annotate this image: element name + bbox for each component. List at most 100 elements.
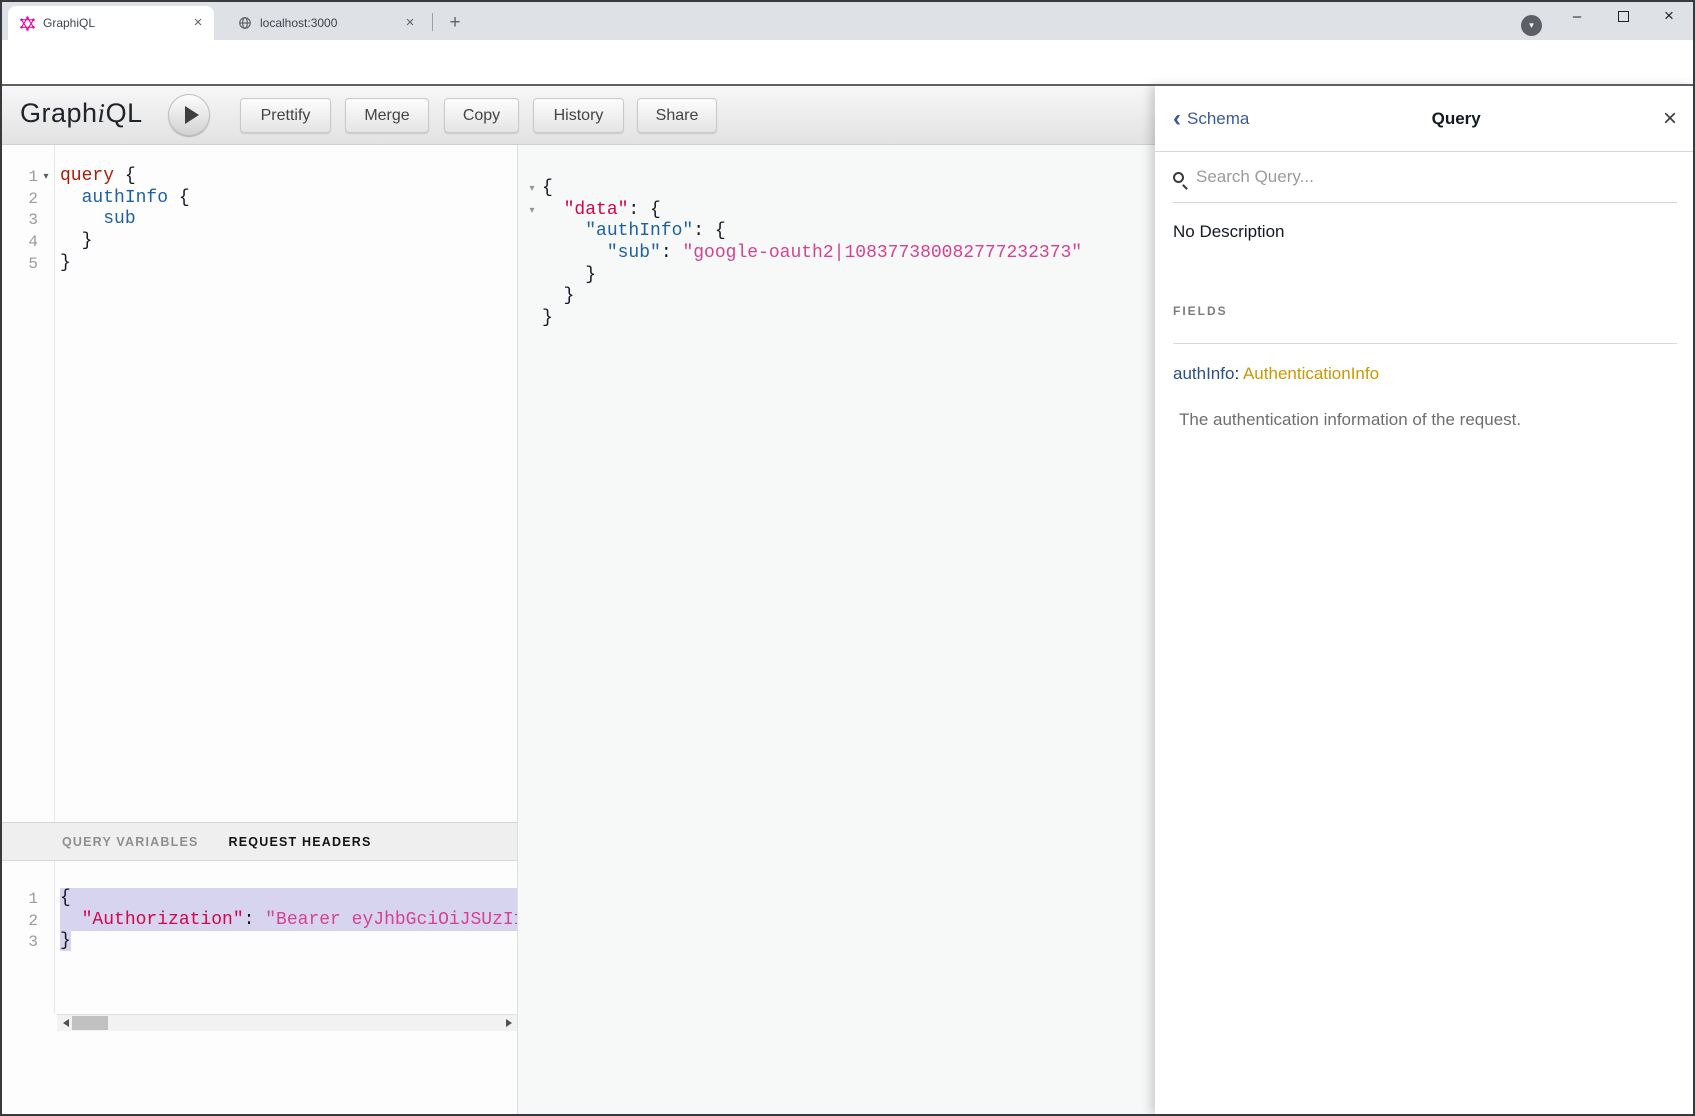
horizontal-scrollbar[interactable] — [57, 1014, 517, 1031]
tab-query-variables[interactable]: QUERY VARIABLES — [62, 835, 199, 849]
doc-fields-divider — [1173, 343, 1677, 344]
tab-request-headers[interactable]: REQUEST HEADERS — [229, 835, 372, 849]
code-text: } — [542, 265, 1155, 287]
line-number: 2 — [0, 912, 38, 930]
line-number: 2 — [0, 190, 38, 208]
doc-close-icon[interactable]: × — [1663, 109, 1677, 129]
code-line: ▾{ — [518, 178, 1155, 200]
gutter-divider — [54, 861, 55, 1014]
line-number: 1 — [0, 890, 38, 908]
tab-close-icon[interactable]: × — [402, 15, 418, 31]
triangle-right-icon — [506, 1019, 512, 1027]
code-line: } — [518, 286, 1155, 308]
gutter-divider — [54, 145, 55, 822]
code-text: { — [60, 888, 517, 910]
code-line: 5} — [0, 253, 517, 275]
chevron-down-icon: ▾ — [1529, 20, 1534, 31]
chevron-left-icon: ‹ — [1173, 109, 1181, 129]
tab-title: localhost:3000 — [260, 16, 402, 30]
merge-button[interactable]: Merge — [345, 98, 429, 133]
code-line: 1{ — [0, 888, 517, 910]
code-text: authInfo { — [60, 188, 517, 210]
fold-arrow-icon[interactable]: ▾ — [523, 184, 541, 194]
code-line: 3} — [0, 931, 517, 953]
fold-arrow-icon[interactable]: ▾ — [523, 206, 541, 216]
graphiql-content: 1▾query {2 authInfo {3 sub4 }5} QUERY VA… — [0, 145, 1155, 1114]
copy-button[interactable]: Copy — [444, 98, 519, 133]
doc-explorer-header: ‹ Schema Query × — [1155, 86, 1695, 152]
address-bar: ← → localhost:3000 UO P + — [0, 40, 1695, 84]
line-number: 3 — [0, 933, 38, 951]
field-name-link[interactable]: authInfo — [1173, 364, 1234, 383]
field-type-link[interactable]: AuthenticationInfo — [1243, 364, 1379, 383]
search-icon — [1173, 172, 1184, 183]
code-line: "authInfo": { — [518, 221, 1155, 243]
result-pane: ▾{▾ "data": { "authInfo": { "sub": "goog… — [518, 145, 1155, 1114]
code-line: "sub": "google-oauth2|108377380082777232… — [518, 243, 1155, 265]
globe-icon — [238, 16, 252, 30]
line-number: 5 — [0, 255, 38, 273]
code-text: query { — [60, 166, 517, 188]
selected-text: } — [60, 931, 71, 951]
left-pane: 1▾query {2 authInfo {3 sub4 }5} QUERY VA… — [0, 145, 517, 1114]
share-button[interactable]: Share — [637, 98, 717, 133]
tab-strip: GraphiQL × localhost:3000 × + ▾ – × — [0, 0, 1695, 40]
code-line: 4 } — [0, 231, 517, 253]
code-text: { — [542, 178, 1155, 200]
tab-title: GraphiQL — [43, 16, 190, 30]
prettify-button[interactable]: Prettify — [240, 98, 331, 133]
code-text: "Authorization": "Bearer eyJhbGciOiJSUzI… — [60, 910, 517, 932]
doc-field-row: authInfo: AuthenticationInfo — [1173, 364, 1379, 384]
window-close-button[interactable]: × — [1646, 0, 1692, 32]
graphql-logo-icon — [20, 16, 35, 31]
code-text: "data": { — [542, 200, 1155, 222]
code-line: 1▾ query { — [0, 166, 517, 188]
code-text: "sub": "google-oauth2|108377380082777232… — [542, 243, 1155, 265]
window-minimize-button[interactable]: – — [1554, 0, 1600, 32]
code-text: "authInfo": { — [542, 221, 1155, 243]
play-icon — [185, 106, 199, 124]
request-headers-editor[interactable]: 1{2 "Authorization": "Bearer eyJhbGciOiJ… — [0, 861, 517, 1014]
doc-back-link[interactable]: ‹ Schema — [1173, 109, 1249, 129]
doc-explorer-panel: ‹ Schema Query × No Description FIELDS a… — [1155, 86, 1695, 1114]
tab-search-button[interactable]: ▾ — [1521, 15, 1542, 36]
code-line: } — [518, 265, 1155, 287]
code-text: } — [60, 253, 517, 275]
execute-query-button[interactable] — [168, 94, 210, 136]
scroll-right-button[interactable] — [500, 1015, 517, 1031]
line-number: 1 — [0, 168, 38, 186]
graphiql-app: GraphiQL Prettify Merge Copy History Sha… — [0, 86, 1695, 1114]
code-line: } — [518, 308, 1155, 330]
code-line: ▾ "data": { — [518, 200, 1155, 222]
tab-close-icon[interactable]: × — [190, 15, 206, 31]
graphiql-toolbar: GraphiQL Prettify Merge Copy History Sha… — [0, 86, 1155, 145]
code-text: } — [60, 231, 517, 253]
doc-fields-label: FIELDS — [1173, 304, 1228, 318]
history-button[interactable]: History — [533, 98, 624, 133]
fold-arrow-icon[interactable]: ▾ — [38, 172, 54, 182]
tab-divider — [432, 13, 433, 31]
new-tab-button[interactable]: + — [442, 10, 468, 36]
query-editor[interactable]: 1▾query {2 authInfo {3 sub4 }5} — [0, 145, 517, 822]
code-line: 2 authInfo { — [0, 188, 517, 210]
graphiql-logo: GraphiQL — [20, 98, 143, 129]
code-line: 3 sub — [0, 209, 517, 231]
chrome-page-divider — [0, 84, 1695, 86]
doc-field-description: The authentication information of the re… — [1179, 410, 1521, 430]
code-text: } — [542, 286, 1155, 308]
doc-search — [1173, 166, 1677, 203]
browser-window: GraphiQL × localhost:3000 × + ▾ – × ← → — [0, 0, 1695, 1116]
doc-title: Query — [1249, 109, 1663, 129]
line-number: 4 — [0, 233, 38, 251]
window-maximize-button[interactable] — [1600, 0, 1646, 32]
code-text: } — [60, 931, 517, 953]
line-number: 3 — [0, 211, 38, 229]
doc-no-description: No Description — [1173, 222, 1285, 242]
tab-graphiql[interactable]: GraphiQL × — [8, 6, 214, 40]
scrollbar-thumb[interactable] — [72, 1016, 108, 1030]
doc-search-input[interactable] — [1194, 166, 1677, 188]
tab-localhost[interactable]: localhost:3000 × — [226, 6, 426, 40]
maximize-icon — [1618, 11, 1629, 22]
code-text: } — [542, 308, 1155, 330]
code-line: 2 "Authorization": "Bearer eyJhbGciOiJSU… — [0, 910, 517, 932]
